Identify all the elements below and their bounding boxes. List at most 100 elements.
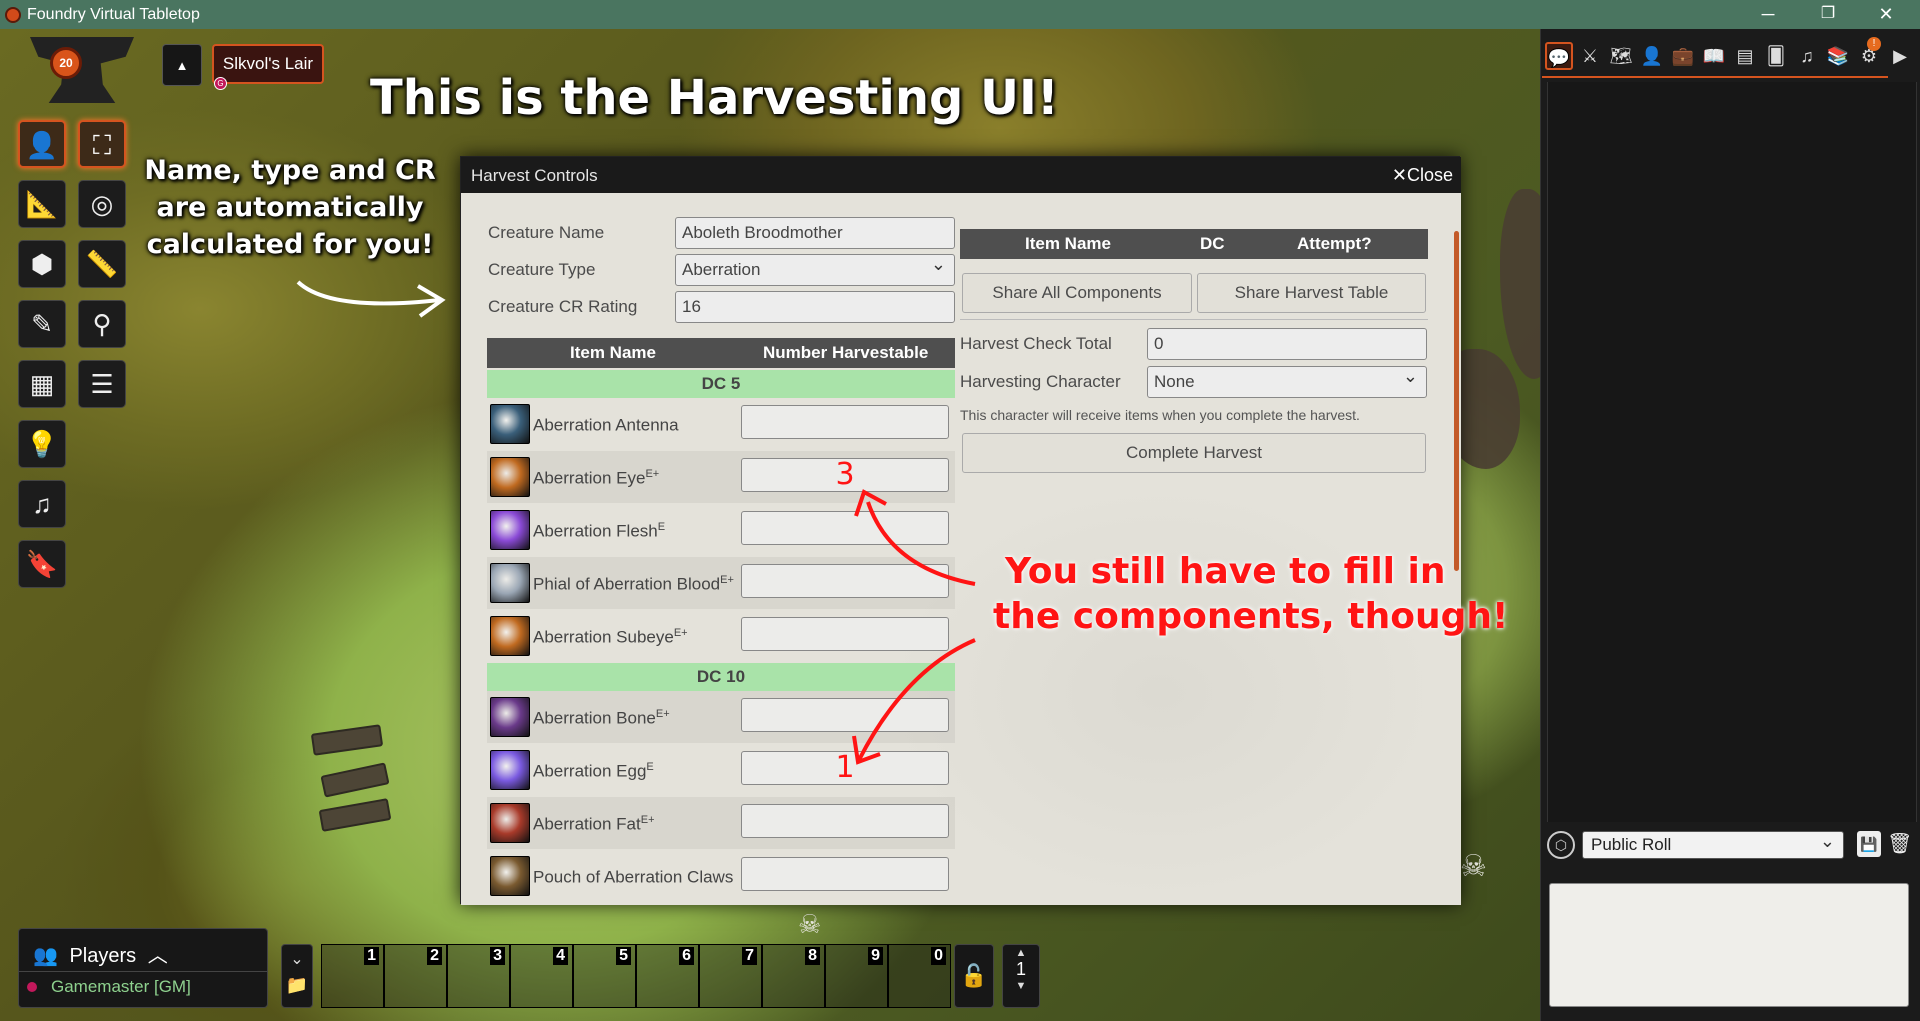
unlock-icon: 🔓 bbox=[960, 963, 988, 988]
dialog-header: Harvest Controls ✕Close bbox=[461, 157, 1461, 193]
macro-slot[interactable]: 9 bbox=[825, 944, 888, 1008]
scene-tab[interactable]: Slkvol's Lair bbox=[212, 44, 324, 84]
macro-slot-number: 8 bbox=[805, 947, 820, 965]
trash-icon[interactable]: 🗑 bbox=[1887, 831, 1912, 857]
target-tool-button[interactable]: ◎ bbox=[78, 180, 126, 228]
combat-icon[interactable]: ⚔ bbox=[1576, 42, 1604, 70]
dc-group-header: DC 5 bbox=[487, 370, 955, 398]
select-tool-button[interactable]: ⛶ bbox=[78, 120, 126, 168]
share-harvest-table-button[interactable]: Share Harvest Table bbox=[1197, 273, 1426, 313]
dialog-scrollbar[interactable] bbox=[1454, 231, 1459, 571]
harvestable-count-input[interactable] bbox=[741, 857, 949, 891]
component-name-text: Aberration Egg bbox=[533, 761, 647, 781]
annotation-line: are automatically bbox=[156, 192, 424, 223]
antenna-icon bbox=[490, 404, 530, 444]
creature-type-select[interactable]: Aberration bbox=[675, 254, 955, 286]
walls-controls-button[interactable]: ▦ bbox=[18, 360, 66, 408]
macro-slot[interactable]: 2 bbox=[384, 944, 447, 1008]
ruler-tool-button[interactable]: 📏 bbox=[78, 240, 126, 288]
notes-controls-button[interactable]: 🔖 bbox=[18, 540, 66, 588]
roll-mode-select[interactable]: Public Roll bbox=[1582, 831, 1844, 859]
scenes-icon[interactable]: 🗺 bbox=[1607, 42, 1635, 70]
actors-icon[interactable]: 👤 bbox=[1638, 42, 1666, 70]
drawing-controls-button[interactable]: ✎ bbox=[18, 300, 66, 348]
creature-name-field[interactable]: Aboleth Broodmother bbox=[675, 217, 955, 249]
creature-type-value: Aberration bbox=[682, 260, 761, 279]
items-icon[interactable]: 💼 bbox=[1669, 42, 1697, 70]
macro-hotbar: 1 2 3 4 5 6 7 8 9 0 bbox=[321, 944, 951, 1008]
dice-roll-icon[interactable]: ⬡ bbox=[1547, 831, 1575, 859]
d20-logo-icon: 20 bbox=[50, 47, 82, 79]
compendium-icon[interactable]: 📚 bbox=[1824, 42, 1852, 70]
sounds-controls-button[interactable]: ♫ bbox=[18, 480, 66, 528]
page-down-icon[interactable]: ▼ bbox=[1003, 980, 1039, 992]
tables-icon[interactable]: ▤ bbox=[1731, 42, 1759, 70]
hotbar-page-number: 1 bbox=[1015, 959, 1026, 979]
macro-slot-number: 5 bbox=[616, 947, 631, 965]
player-gamemaster[interactable]: Gamemaster [GM] bbox=[51, 977, 191, 997]
page-up-icon[interactable]: ▲ bbox=[1003, 947, 1039, 959]
share-all-components-button[interactable]: Share All Components bbox=[962, 273, 1192, 313]
macro-directory-controls: ⌄ 📁 bbox=[281, 944, 313, 1008]
bookmark-icon: 🔖 bbox=[25, 549, 59, 579]
component-tag: E+ bbox=[673, 627, 688, 639]
players-list[interactable]: 👥 Players ︿ Gamemaster [GM] bbox=[18, 928, 268, 1008]
ruler-combined-icon: 📐 bbox=[25, 189, 59, 219]
chat-message-input[interactable] bbox=[1549, 883, 1909, 1007]
macro-slot[interactable]: 3 bbox=[447, 944, 510, 1008]
cards-icon[interactable]: 🂠 bbox=[1762, 42, 1790, 70]
annotation-arrows-red bbox=[852, 489, 976, 765]
chat-icon[interactable]: 💬 bbox=[1545, 42, 1573, 70]
attempt-table-header: Item Name DC Attempt? bbox=[960, 229, 1428, 259]
creature-type-label: Creature Type bbox=[488, 260, 596, 279]
macro-slot-number: 6 bbox=[679, 947, 694, 965]
macro-slot-number: 3 bbox=[490, 947, 505, 965]
macro-slot[interactable]: 5 bbox=[573, 944, 636, 1008]
harvest-check-label: Harvest Check Total bbox=[960, 334, 1112, 353]
measure-controls-button[interactable]: 📐 bbox=[18, 180, 66, 228]
minimize-button[interactable]: ─ bbox=[1744, 2, 1792, 26]
playlists-icon[interactable]: ♫ bbox=[1793, 42, 1821, 70]
creature-cr-field[interactable]: 16 bbox=[675, 291, 955, 323]
ping-tool-button[interactable]: ⚲ bbox=[78, 300, 126, 348]
macro-slot[interactable]: 8 bbox=[762, 944, 825, 1008]
tiles-controls-button[interactable]: ⬢ bbox=[18, 240, 66, 288]
dialog-close-button[interactable]: ✕Close bbox=[1392, 165, 1453, 186]
macro-slot[interactable]: 6 bbox=[636, 944, 699, 1008]
scene-nav-toggle-button[interactable]: ▲ bbox=[162, 44, 202, 86]
divider bbox=[960, 319, 1428, 320]
skeleton-token[interactable]: ☠ bbox=[798, 909, 821, 940]
notification-badge: ! bbox=[1867, 37, 1881, 51]
save-icon[interactable]: 💾 bbox=[1857, 831, 1881, 857]
restore-button[interactable]: ❐ bbox=[1804, 2, 1852, 26]
complete-harvest-button[interactable]: Complete Harvest bbox=[962, 433, 1426, 473]
players-header[interactable]: 👥 Players ︿ bbox=[33, 939, 168, 968]
hotbar-lock-button[interactable]: 🔓 bbox=[954, 944, 994, 1008]
lighting-controls-button[interactable]: 💡 bbox=[18, 420, 66, 468]
chat-log[interactable] bbox=[1547, 82, 1917, 822]
macro-slot[interactable]: 7 bbox=[699, 944, 762, 1008]
harvestable-count-input[interactable] bbox=[741, 804, 949, 838]
collapse-icon[interactable]: ▶ bbox=[1886, 42, 1914, 70]
chevron-down-icon[interactable]: ⌄ bbox=[282, 949, 312, 969]
foundry-app: Foundry Virtual Tabletop ─ ❐ ✕ ☠ ☠ 20 ▲ … bbox=[0, 0, 1920, 1021]
skull-token[interactable]: ☠ bbox=[1460, 849, 1487, 884]
list-tool-button[interactable]: ☰ bbox=[78, 360, 126, 408]
component-name-text: Aberration Fat bbox=[533, 814, 641, 834]
col-number-harvestable: Number Harvestable bbox=[763, 343, 929, 362]
component-row: Pouch of Aberration Claws bbox=[487, 850, 955, 902]
component-name: Aberration EyeE+ bbox=[533, 468, 659, 489]
harvest-check-total-field[interactable]: 0 bbox=[1147, 328, 1427, 360]
macro-slot[interactable]: 1 bbox=[321, 944, 384, 1008]
plank-decoration bbox=[318, 798, 392, 832]
macro-slot[interactable]: 4 bbox=[510, 944, 573, 1008]
users-icon: 👥 bbox=[33, 945, 58, 967]
journal-icon[interactable]: 📖 bbox=[1700, 42, 1728, 70]
macro-slot[interactable]: 0 bbox=[888, 944, 951, 1008]
ruler-icon: 📏 bbox=[85, 249, 119, 279]
harvestable-count-input[interactable] bbox=[741, 405, 949, 439]
token-controls-button[interactable]: 👤 bbox=[18, 120, 66, 168]
harvesting-character-select[interactable]: None bbox=[1147, 366, 1427, 398]
close-window-button[interactable]: ✕ bbox=[1862, 2, 1910, 26]
folder-icon[interactable]: 📁 bbox=[282, 975, 312, 996]
